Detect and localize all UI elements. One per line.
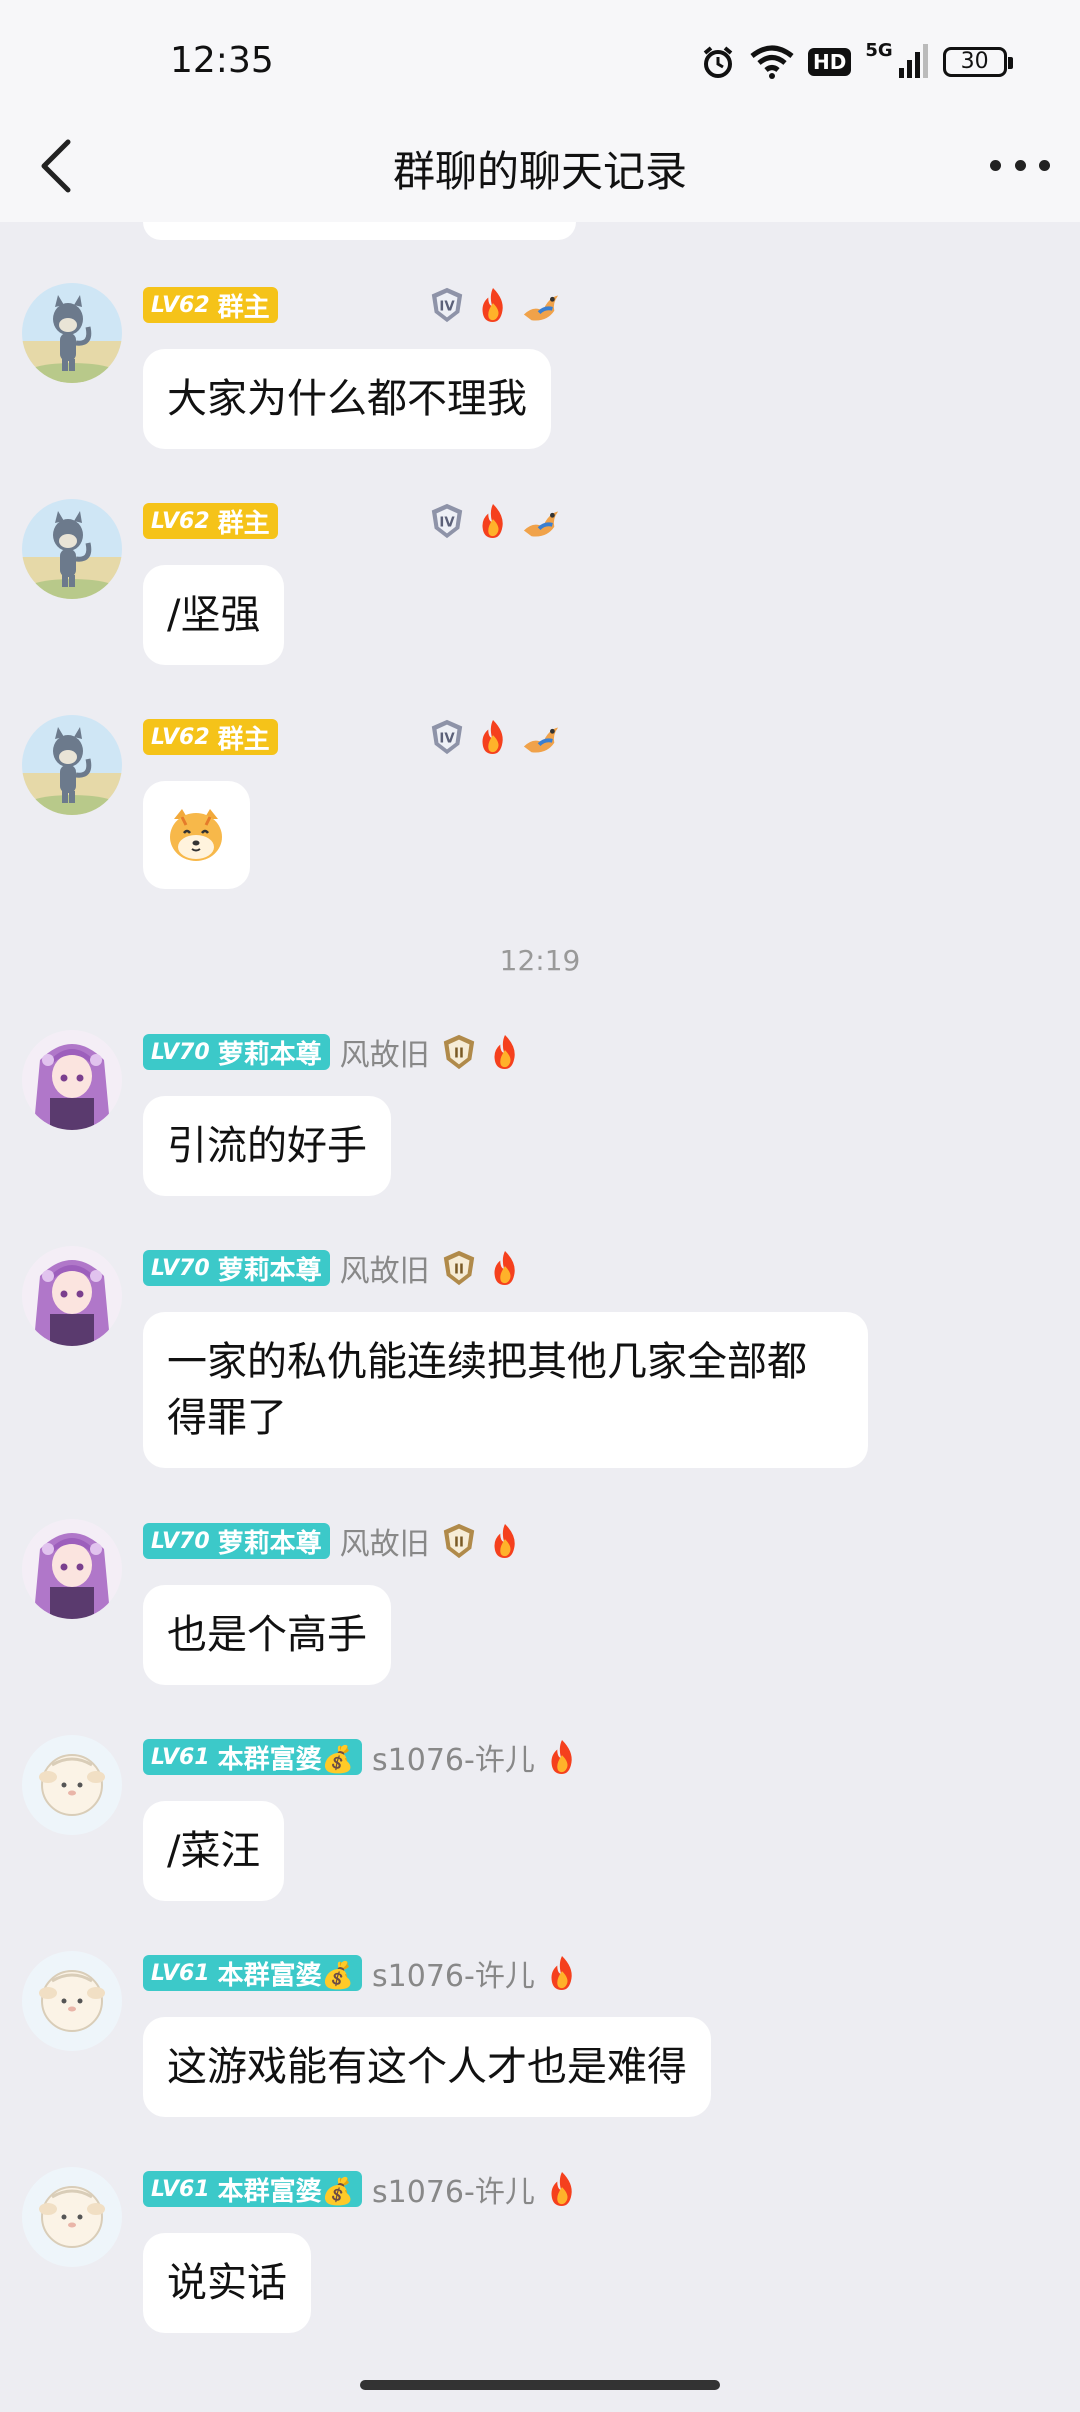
fire-icon <box>545 1738 579 1776</box>
wifi-icon <box>750 45 794 79</box>
honor-icons <box>428 502 562 540</box>
level-badge: LV70 萝莉本尊 <box>143 1523 330 1559</box>
dragon-icon <box>520 502 562 540</box>
avatar[interactable] <box>22 1246 122 1346</box>
message-bubble[interactable]: 一家的私仇能连续把其他几家全部都得罪了 <box>143 1312 868 1468</box>
nav-bar: 群聊的聊天记录 <box>0 120 1080 222</box>
message-meta: LV70 萝莉本尊 风故旧 <box>143 1519 522 1563</box>
level-badge: LV61 本群富婆💰 <box>143 1739 363 1775</box>
dragon-icon <box>520 718 562 756</box>
fire-icon <box>476 718 510 756</box>
level-badge: LV70 萝莉本尊 <box>143 1034 330 1070</box>
message-meta: LV62 群主 <box>143 717 562 757</box>
message-bubble[interactable]: 引流的好手 <box>143 1096 391 1196</box>
message-bubble[interactable]: 说实话 <box>143 2233 311 2333</box>
network-label: 5G <box>865 40 893 61</box>
avatar[interactable] <box>22 1030 122 1130</box>
message-meta: LV61 本群富婆💰 s1076-许儿 <box>143 2167 579 2211</box>
avatar[interactable] <box>22 283 122 383</box>
message-meta: LV61 本群富婆💰 s1076-许儿 <box>143 1951 579 1995</box>
more-dot <box>1039 159 1050 171</box>
tier-ii-badge-icon <box>440 1249 478 1287</box>
level-badge: LV61 本群富婆💰 <box>143 1955 363 1991</box>
fire-icon <box>488 1522 522 1560</box>
more-dot <box>990 159 1001 171</box>
timestamp: 12:19 <box>499 944 581 977</box>
honor-icons <box>428 286 562 324</box>
message-meta: LV70 萝莉本尊 风故旧 <box>143 1246 522 1290</box>
honor-icons <box>545 1738 579 1776</box>
avatar[interactable] <box>22 2167 122 2267</box>
status-time: 12:35 <box>170 40 274 81</box>
honor-icons <box>428 718 562 756</box>
level-badge: LV62 群主 <box>143 503 278 539</box>
message-bubble[interactable]: 也是个高手 <box>143 1585 391 1685</box>
avatar[interactable] <box>22 715 122 815</box>
avatar[interactable] <box>22 1951 122 2051</box>
top-bar: 12:35 HD 5G 30 群聊的聊天记录 <box>0 0 1080 222</box>
home-indicator[interactable] <box>360 2380 720 2390</box>
honor-icons <box>545 2170 579 2208</box>
honor-icons <box>440 1033 522 1071</box>
avatar[interactable] <box>22 499 122 599</box>
message-bubble[interactable]: /菜汪 <box>143 1801 285 1901</box>
honor-icons <box>440 1522 522 1560</box>
message-meta: LV61 本群富婆💰 s1076-许儿 <box>143 1735 579 1779</box>
fire-icon <box>476 286 510 324</box>
nickname[interactable]: s1076-许儿 <box>372 2167 535 2211</box>
level-badge: LV62 群主 <box>143 287 278 323</box>
fire-icon <box>545 2170 579 2208</box>
nickname[interactable]: 风故旧 <box>340 1519 430 1563</box>
level-badge: LV61 本群富婆💰 <box>143 2171 363 2207</box>
more-dot <box>1014 159 1026 171</box>
honor-icons <box>440 1249 522 1287</box>
status-bar: 12:35 HD 5G 30 <box>0 0 1080 120</box>
page-title: 群聊的聊天记录 <box>392 147 687 196</box>
status-icons: HD 5G 30 <box>700 40 1013 84</box>
avatar[interactable] <box>22 1735 122 1835</box>
dragon-icon <box>520 286 562 324</box>
fire-icon <box>488 1249 522 1287</box>
hd-badge: HD <box>808 48 852 76</box>
nickname[interactable]: s1076-许儿 <box>372 1735 535 1779</box>
tier-ii-badge-icon <box>440 1033 478 1071</box>
tier-ii-badge-icon <box>440 1522 478 1560</box>
nickname[interactable]: s1076-许儿 <box>372 1951 535 1995</box>
message-bubble[interactable]: 大家为什么都不理我 <box>143 349 551 449</box>
honor-icons <box>545 1954 579 1992</box>
battery-indicator: 30 <box>942 47 1013 77</box>
fire-icon <box>488 1033 522 1071</box>
tier-iv-badge-icon <box>428 286 466 324</box>
nickname[interactable]: 风故旧 <box>340 1246 430 1290</box>
tier-iv-badge-icon <box>428 502 466 540</box>
nickname[interactable]: 风故旧 <box>340 1030 430 1074</box>
dog-face-emoji-icon <box>170 809 222 861</box>
level-badge: LV62 群主 <box>143 719 278 755</box>
fire-icon <box>545 1954 579 1992</box>
message-meta: LV62 群主 <box>143 501 562 541</box>
message-bubble[interactable]: /坚强 <box>143 565 285 665</box>
message-bubble[interactable]: 这游戏能有这个人才也是难得 <box>143 2017 711 2117</box>
level-badge: LV70 萝莉本尊 <box>143 1250 330 1286</box>
alarm-icon <box>703 46 733 78</box>
message-meta: LV70 萝莉本尊 风故旧 <box>143 1030 522 1074</box>
fire-icon <box>476 502 510 540</box>
sticker-bubble[interactable] <box>143 781 250 889</box>
tier-iv-badge-icon <box>428 718 466 756</box>
signal-icon <box>898 44 928 78</box>
avatar[interactable] <box>22 1519 122 1619</box>
more-options-button[interactable] <box>990 140 1050 190</box>
message-meta: LV62 群主 <box>143 285 562 325</box>
